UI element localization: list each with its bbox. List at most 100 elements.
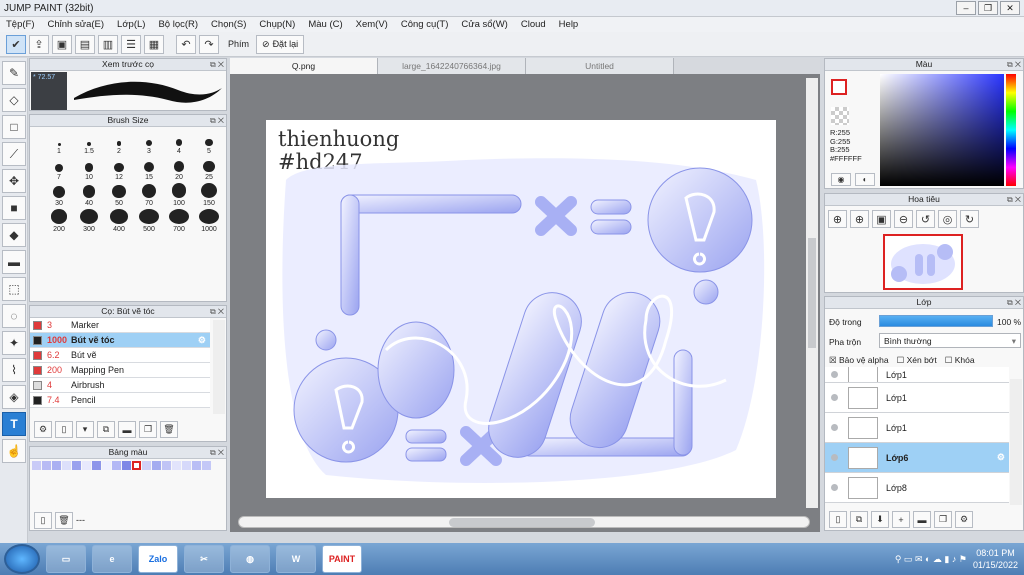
palette-swatch[interactable] xyxy=(152,461,161,470)
brush-size-cell[interactable]: 150 xyxy=(194,183,224,207)
trash-icon[interactable]: 🗑 xyxy=(160,421,178,438)
brush-size-cell[interactable]: 1000 xyxy=(194,209,224,233)
brush-size-cell[interactable]: 400 xyxy=(104,209,134,233)
add-layer-menu-icon[interactable]: + xyxy=(892,511,910,528)
palette-swatch[interactable] xyxy=(202,461,211,470)
ie-icon[interactable]: e xyxy=(92,545,132,573)
panel-controls-icon[interactable]: ⧉ ✕ xyxy=(210,115,224,126)
menu-tools[interactable]: Công cụ(T) xyxy=(401,19,449,30)
gear-icon[interactable]: ⚙ xyxy=(997,452,1005,463)
menu-layer[interactable]: Lớp(L) xyxy=(117,19,145,30)
layer-row[interactable]: Lớp1 xyxy=(825,383,1009,413)
canvas-horizontal-scrollbar[interactable] xyxy=(238,516,810,528)
gear-icon[interactable]: ⚙ xyxy=(198,335,206,346)
palette-swatch[interactable] xyxy=(92,461,101,470)
palette-swatch[interactable] xyxy=(172,461,181,470)
transparent-swatch[interactable] xyxy=(831,107,849,125)
note-icon[interactable]: ▤ xyxy=(75,34,95,54)
select-eraser-tool-icon[interactable]: ◈ xyxy=(2,385,26,409)
chrome-icon[interactable]: ◍ xyxy=(230,545,270,573)
color-mode-icon[interactable]: ◐ xyxy=(855,173,875,186)
brush-size-cell[interactable]: 40 xyxy=(74,183,104,207)
close-button[interactable]: ✕ xyxy=(1000,1,1020,15)
brush-size-cell[interactable]: 20 xyxy=(164,157,194,181)
zoom-in-icon[interactable]: ⊕ xyxy=(828,210,847,228)
new-layer-icon[interactable]: ▯ xyxy=(829,511,847,528)
lasso-tool-icon[interactable]: ◌ xyxy=(2,304,26,328)
copy-brush-icon[interactable]: ⧉ xyxy=(97,421,115,438)
start-button[interactable] xyxy=(4,544,40,574)
menu-view[interactable]: Xem(V) xyxy=(356,19,388,30)
palette-swatch[interactable] xyxy=(182,461,191,470)
eyedropper-icon[interactable]: ◉ xyxy=(831,173,851,186)
brush-list-item[interactable]: 3 Marker xyxy=(30,318,210,333)
menu-file[interactable]: Tệp(F) xyxy=(6,19,35,30)
reset-button[interactable]: ⊘ Đặt lại xyxy=(256,34,305,54)
undo-icon[interactable]: ↶ xyxy=(176,34,196,54)
new-brush-icon[interactable]: ▯ xyxy=(55,421,73,438)
reset-rotation-icon[interactable]: ◎ xyxy=(938,210,957,228)
gradient-tool-icon[interactable]: ▬ xyxy=(2,250,26,274)
list-icon[interactable]: ☰ xyxy=(121,34,141,54)
palette-swatch[interactable] xyxy=(72,461,81,470)
brush-size-cell[interactable]: 3 xyxy=(134,131,164,155)
panel-controls-icon[interactable]: ⧉ ✕ xyxy=(210,306,224,317)
minimize-button[interactable]: – xyxy=(956,1,976,15)
rotate-right-icon[interactable]: ↻ xyxy=(960,210,979,228)
menu-color[interactable]: Màu (C) xyxy=(308,19,342,30)
palette-swatch[interactable] xyxy=(82,461,91,470)
brush-size-cell[interactable]: 30 xyxy=(44,183,74,207)
hand-tool-icon[interactable]: ☝ xyxy=(2,439,26,463)
layer-visibility-icon[interactable] xyxy=(831,394,838,401)
zoom-in-alt-icon[interactable]: ⊕ xyxy=(850,210,869,228)
canvas-area[interactable]: Q.png large_1642240766364.jpg Untitled t… xyxy=(230,58,820,532)
grid-icon[interactable]: ▦ xyxy=(144,34,164,54)
brush-size-cell[interactable]: 7 xyxy=(44,157,74,181)
brush-size-cell[interactable]: 1.5 xyxy=(74,131,104,155)
navigator-thumbnail[interactable] xyxy=(883,234,963,290)
canvas-vertical-scrollbar[interactable] xyxy=(806,78,818,508)
brush-menu-icon[interactable]: ▾ xyxy=(76,421,94,438)
brush-size-cell[interactable]: 1 xyxy=(44,131,74,155)
tray-icons[interactable]: ⚲ ▭ ✉ ◐ ☁ ▮ ♪ ⚑ xyxy=(895,554,967,565)
palette-swatch[interactable] xyxy=(132,461,141,470)
menu-filter[interactable]: Bộ lọc(R) xyxy=(158,19,198,30)
saturation-value-picker[interactable] xyxy=(880,74,1004,186)
brush-size-cell[interactable]: 5 xyxy=(194,131,224,155)
menu-edit[interactable]: Chỉnh sửa(E) xyxy=(48,19,105,30)
panel-controls-icon[interactable]: ⧉ ✕ xyxy=(1007,194,1021,205)
palette-swatch[interactable] xyxy=(42,461,51,470)
brush-list-item[interactable]: 6.2 Bút vẽ xyxy=(30,348,210,363)
brush-list-item[interactable]: 1000 Bút vẽ tóc ⚙ xyxy=(30,333,210,348)
panel-controls-icon[interactable]: ⧉ ✕ xyxy=(1007,297,1021,308)
menu-window[interactable]: Cửa sổ(W) xyxy=(461,19,507,30)
brush-size-cell[interactable]: 70 xyxy=(134,183,164,207)
select-pen-tool-icon[interactable]: ⌇ xyxy=(2,358,26,382)
protect-alpha-checkbox[interactable]: ☒ Bảo vệ alpha xyxy=(829,355,889,366)
menu-capture[interactable]: Chụp(N) xyxy=(259,19,295,30)
layer-visibility-icon[interactable] xyxy=(831,454,838,461)
select-rect-tool-icon[interactable]: ⬚ xyxy=(2,277,26,301)
palette-swatch[interactable] xyxy=(142,461,151,470)
panel-controls-icon[interactable]: ⧉ ✕ xyxy=(1007,59,1021,70)
folder-icon[interactable]: ▬ xyxy=(118,421,136,438)
brush-size-cell[interactable]: 700 xyxy=(164,209,194,233)
palette-swatch[interactable] xyxy=(192,461,201,470)
restore-button[interactable]: ❐ xyxy=(978,1,998,15)
rotate-left-icon[interactable]: ↺ xyxy=(916,210,935,228)
zalo-icon[interactable]: Zalo xyxy=(138,545,178,573)
palette-swatch[interactable] xyxy=(122,461,131,470)
explorer-icon[interactable]: ▭ xyxy=(46,545,86,573)
layer-visibility-icon[interactable] xyxy=(831,371,838,378)
brush-list-item[interactable]: 4 Airbrush xyxy=(30,378,210,393)
canvas-paper[interactable]: thienhuong #hd247 xyxy=(266,120,776,498)
palette-swatch[interactable] xyxy=(162,461,171,470)
zoom-out-icon[interactable]: ⊖ xyxy=(894,210,913,228)
snipping-tool-icon[interactable]: ✂ xyxy=(184,545,224,573)
brush-size-cell[interactable]: 2 xyxy=(104,131,134,155)
magic-wand-tool-icon[interactable]: ✦ xyxy=(2,331,26,355)
menu-cloud[interactable]: Cloud xyxy=(521,19,546,30)
rectangle-tool-icon[interactable]: □ xyxy=(2,115,26,139)
palette-swatch[interactable] xyxy=(32,461,41,470)
fill-rect-tool-icon[interactable]: ■ xyxy=(2,196,26,220)
